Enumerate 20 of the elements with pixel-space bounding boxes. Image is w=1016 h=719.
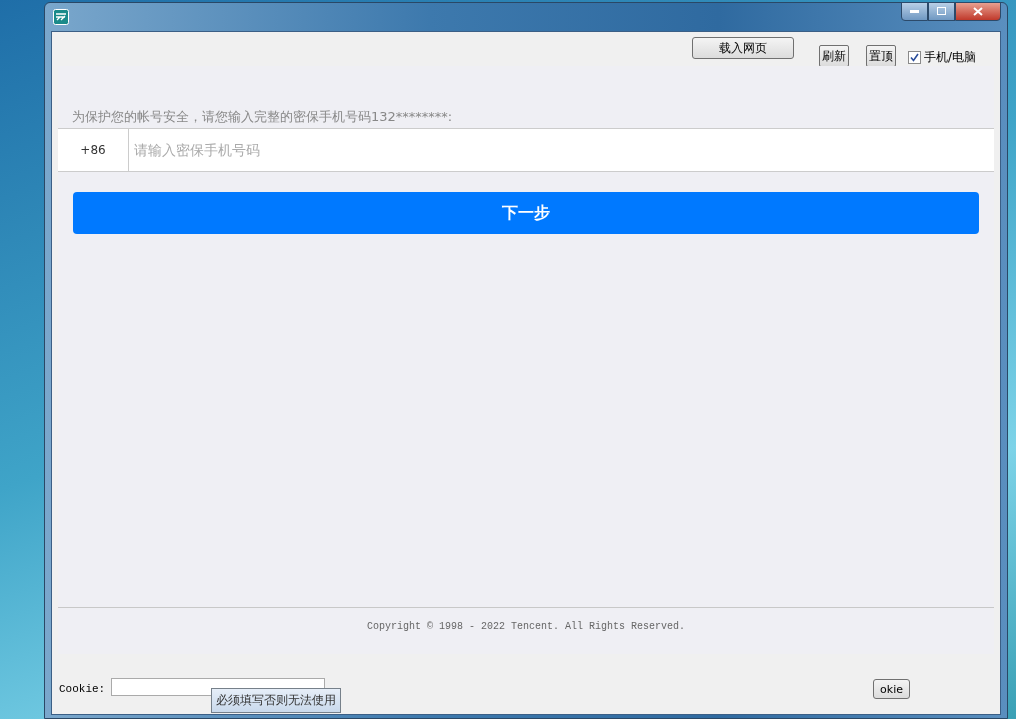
minimize-icon xyxy=(909,9,920,14)
refresh-button[interactable]: 刷新 xyxy=(819,45,849,67)
checkbox[interactable] xyxy=(908,51,921,64)
copyright-text: Copyright © 1998 - 2022 Tencent. All Rights Reserved. xyxy=(365,620,687,634)
pin-on-top-button[interactable]: 置顶 xyxy=(866,45,896,67)
prompt-text: 为保护您的帐号安全，请您输入完整的密保手机号码132********: xyxy=(71,108,454,126)
tooltip: 必须填写否则无法使用 xyxy=(211,688,341,713)
maximize-button[interactable] xyxy=(928,2,955,21)
close-icon xyxy=(973,7,983,16)
app-icon xyxy=(53,9,69,25)
load-page-button[interactable]: 载入网页 xyxy=(692,37,794,59)
next-step-button[interactable]: 下一步 xyxy=(73,192,979,234)
close-button[interactable] xyxy=(955,2,1001,21)
phone-input-field[interactable]: 请输入密保手机号码 xyxy=(129,128,994,172)
cookie-label: Cookie: xyxy=(59,683,106,695)
maximize-icon xyxy=(936,7,947,16)
checkbox-label: 手机/电脑 xyxy=(924,49,977,66)
country-code[interactable]: +86 xyxy=(58,128,129,172)
cookie-button[interactable]: okie xyxy=(873,679,910,699)
minimize-button[interactable] xyxy=(901,2,928,21)
